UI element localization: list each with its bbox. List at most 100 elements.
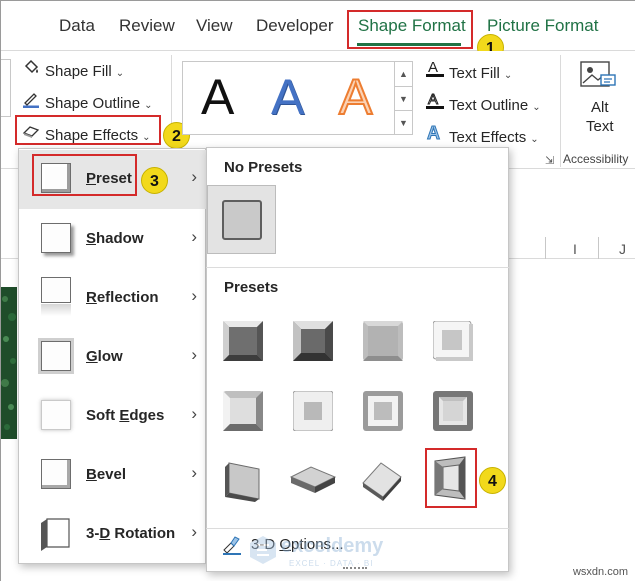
bevel-thumb-icon: [41, 459, 71, 489]
gallery-scroll-down[interactable]: ▼: [394, 86, 412, 110]
wordart-styles-gallery[interactable]: A A A ▲ ▼ ▼: [182, 61, 413, 135]
highlight-box-preset: [32, 154, 137, 196]
svg-text:A: A: [427, 123, 440, 142]
shape-effects-menu: Preset › Shadow › Reflection › Glow › So…: [18, 148, 207, 564]
chevron-right-icon: ›: [191, 463, 197, 482]
chevron-right-icon: ›: [191, 227, 197, 246]
shape-fill-label: Shape Fill: [45, 63, 112, 80]
column-divider: [598, 237, 599, 259]
preset-6-icon[interactable]: [292, 390, 334, 432]
svg-text:A: A: [428, 59, 438, 76]
chevron-right-icon: ›: [191, 404, 197, 423]
highlight-box-shape-effects: [15, 115, 161, 145]
3d-options-icon: [221, 534, 243, 556]
chevron-down-icon: ⌄: [532, 102, 541, 113]
tab-developer[interactable]: Developer: [256, 16, 334, 36]
menu-item-soft-edges[interactable]: Soft Edges ›: [19, 387, 207, 446]
text-outline-label: Text Outline: [449, 97, 529, 114]
svg-text:A: A: [428, 91, 438, 108]
column-header-j[interactable]: J: [619, 241, 626, 257]
accessibility-group-label: Accessibility: [563, 152, 629, 166]
presets-heading: Presets: [224, 279, 279, 296]
preset-5-icon[interactable]: [223, 391, 263, 431]
no-presets-option[interactable]: [207, 185, 276, 254]
chevron-down-icon: ⌄: [115, 68, 125, 79]
shape-outline-button[interactable]: Shape Outline ⌄: [21, 90, 152, 112]
menu-label-shadow: Shadow: [86, 230, 144, 247]
wordart-black-style[interactable]: A: [201, 68, 234, 126]
column-header-i[interactable]: I: [573, 241, 577, 257]
menu-item-3d-rotation[interactable]: 3-D Rotation ›: [19, 505, 207, 564]
tab-data[interactable]: Data: [59, 16, 95, 36]
soft-edges-thumb-icon: [41, 400, 71, 430]
paint-bucket-icon: [21, 58, 41, 80]
watermark-name: exceldemy: [281, 535, 384, 557]
alt-text-line-2: Text: [586, 118, 614, 135]
tab-view[interactable]: View: [196, 16, 233, 36]
submenu-separator: [206, 267, 509, 268]
text-fill-label: Text Fill: [449, 65, 500, 82]
wordart-blue-style[interactable]: A: [271, 68, 304, 126]
chevron-down-icon: ⌄: [530, 134, 539, 145]
chevron-down-icon: ⌄: [144, 100, 153, 111]
alt-text-icon: [579, 59, 617, 91]
ribbon-tab-bar: Data Review View Developer Shape Format …: [1, 1, 635, 51]
gallery-more-icon[interactable]: ▼: [394, 110, 412, 134]
group-separator: [560, 55, 561, 167]
reflection-mirror: [41, 304, 71, 316]
chevron-right-icon: ›: [191, 522, 197, 541]
text-outline-icon: A: [425, 90, 445, 114]
exceldemy-logo-icon: [250, 536, 276, 564]
glow-thumb-icon: [41, 341, 71, 371]
no-presets-heading: No Presets: [224, 159, 303, 176]
tab-picture-format[interactable]: Picture Format: [487, 16, 598, 36]
chevron-right-icon: ›: [191, 167, 197, 186]
preset-11-icon[interactable]: [359, 459, 405, 503]
reflection-thumb-icon: [41, 277, 71, 303]
highlight-box-shape-format: [347, 10, 473, 49]
plain-square-icon: [222, 200, 262, 240]
shadow-thumb-icon: [41, 223, 71, 253]
menu-item-glow[interactable]: Glow ›: [19, 328, 207, 387]
text-outline-button[interactable]: A Text Outline ⌄: [425, 90, 541, 114]
text-effects-button[interactable]: A Text Effects ⌄: [425, 122, 539, 147]
chevron-right-icon: ›: [191, 286, 197, 305]
chevron-down-icon: ⌄: [503, 70, 513, 81]
selected-picture-edge[interactable]: [1, 287, 17, 439]
preset-1-icon[interactable]: [223, 321, 263, 361]
shape-fill-button[interactable]: Shape Fill ⌄: [21, 58, 124, 80]
source-footer: wsxdn.com: [572, 566, 628, 578]
gallery-scroll-up[interactable]: ▲: [394, 62, 412, 86]
chevron-right-icon: ›: [191, 345, 197, 364]
alt-text-line-1: Alt: [591, 99, 609, 116]
preset-8-icon[interactable]: [433, 391, 473, 431]
step-badge-3: 3: [141, 167, 168, 194]
menu-item-reflection[interactable]: Reflection ›: [19, 269, 207, 328]
text-fill-button[interactable]: A Text Fill ⌄: [425, 58, 512, 82]
tab-review[interactable]: Review: [119, 16, 175, 36]
preset-9-icon[interactable]: [223, 459, 267, 503]
submenu-separator: [206, 528, 509, 529]
preset-7-icon[interactable]: [363, 391, 403, 431]
preset-3-icon[interactable]: [363, 321, 403, 361]
menu-item-shadow[interactable]: Shadow ›: [19, 210, 207, 269]
watermark-subtitle: EXCEL · DATA · BI: [289, 559, 374, 568]
menu-item-bevel[interactable]: Bevel ›: [19, 446, 207, 505]
menu-label-soft-edges: Soft Edges: [86, 407, 165, 424]
preset-10-icon[interactable]: [289, 463, 337, 499]
ribbon-left-partial: [1, 59, 11, 117]
dialog-launcher-icon[interactable]: ⇲: [545, 154, 554, 167]
preset-2-icon[interactable]: [293, 321, 333, 361]
alt-text-button[interactable]: Alt Text: [586, 98, 614, 136]
text-effects-icon: A: [425, 122, 445, 146]
exceldemy-watermark: exceldemy EXCEL · DATA · BI: [249, 533, 399, 573]
preset-4-icon[interactable]: [432, 320, 473, 361]
column-divider: [545, 237, 546, 259]
text-fill-icon: A: [425, 58, 445, 82]
menu-label-glow: Glow: [86, 348, 123, 365]
menu-label-bevel: Bevel: [86, 466, 127, 483]
preset-12-icon[interactable]: [431, 455, 471, 501]
wordart-orange-outline-style[interactable]: A: [338, 68, 373, 126]
rotation-3d-thumb-icon: [39, 515, 75, 553]
text-effects-label: Text Effects: [449, 129, 527, 146]
